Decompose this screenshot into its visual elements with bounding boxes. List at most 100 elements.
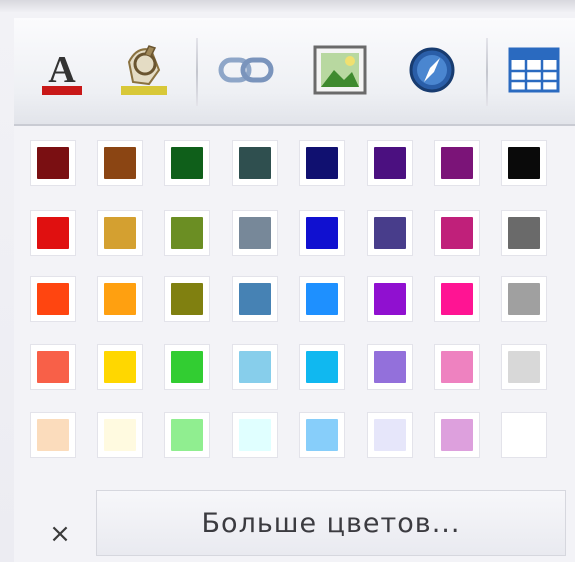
swatch-fill <box>441 147 473 179</box>
color-swatch[interactable] <box>501 276 547 322</box>
color-picker-popup: A × Больше цветов... <box>0 0 575 562</box>
color-swatch[interactable] <box>501 412 547 458</box>
swatch-fill <box>171 419 203 451</box>
color-swatch[interactable] <box>367 210 413 256</box>
swatch-fill <box>441 351 473 383</box>
color-swatch[interactable] <box>232 344 278 390</box>
color-swatch[interactable] <box>30 412 76 458</box>
swatch-fill <box>171 217 203 249</box>
swatch-fill <box>239 147 271 179</box>
swatch-fill <box>239 283 271 315</box>
swatch-fill <box>37 283 69 315</box>
color-swatch[interactable] <box>232 140 278 186</box>
swatch-fill <box>37 419 69 451</box>
swatch-fill <box>441 217 473 249</box>
color-swatch[interactable] <box>434 276 480 322</box>
color-swatch[interactable] <box>97 344 143 390</box>
text-color-icon: A <box>36 42 88 102</box>
insert-image-button[interactable] <box>308 40 372 104</box>
color-swatch[interactable] <box>299 210 345 256</box>
color-swatch[interactable] <box>367 412 413 458</box>
color-swatch[interactable] <box>367 276 413 322</box>
color-swatch[interactable] <box>97 276 143 322</box>
swatch-fill <box>441 419 473 451</box>
swatch-fill <box>104 147 136 179</box>
color-swatch[interactable] <box>299 140 345 186</box>
compass-button[interactable] <box>400 40 464 104</box>
close-button[interactable]: × <box>40 514 80 554</box>
color-swatch[interactable] <box>30 140 76 186</box>
swatch-fill <box>374 147 406 179</box>
color-swatch[interactable] <box>501 210 547 256</box>
swatch-fill <box>306 419 338 451</box>
swatch-fill <box>104 351 136 383</box>
color-swatch[interactable] <box>434 210 480 256</box>
swatch-fill <box>239 217 271 249</box>
swatch-fill <box>37 147 69 179</box>
swatch-fill <box>306 283 338 315</box>
color-swatch[interactable] <box>501 140 547 186</box>
swatch-fill <box>374 217 406 249</box>
swatch-fill <box>171 351 203 383</box>
swatch-fill <box>171 147 203 179</box>
color-swatch[interactable] <box>97 412 143 458</box>
compass-icon <box>407 45 457 99</box>
color-swatch[interactable] <box>299 412 345 458</box>
color-swatch[interactable] <box>434 344 480 390</box>
swatch-fill <box>374 351 406 383</box>
more-colors-button[interactable]: Больше цветов... <box>96 490 566 556</box>
swatch-fill <box>104 283 136 315</box>
color-swatch[interactable] <box>232 412 278 458</box>
swatch-fill <box>37 217 69 249</box>
swatch-fill <box>171 283 203 315</box>
color-swatch[interactable] <box>232 210 278 256</box>
color-swatch[interactable] <box>501 344 547 390</box>
text-color-button[interactable]: A <box>30 40 94 104</box>
swatch-fill <box>508 283 540 315</box>
table-icon <box>508 47 560 97</box>
swatch-fill <box>239 419 271 451</box>
svg-text:A: A <box>48 49 76 91</box>
swatch-fill <box>239 351 271 383</box>
color-swatch[interactable] <box>367 140 413 186</box>
link-icon <box>217 50 275 94</box>
toolbar-separator <box>486 38 488 106</box>
color-swatch[interactable] <box>97 140 143 186</box>
color-swatch[interactable] <box>299 344 345 390</box>
swatch-fill <box>104 217 136 249</box>
swatch-fill <box>508 351 540 383</box>
more-colors-label: Больше цветов... <box>201 507 461 539</box>
formatting-toolbar: A <box>14 18 575 126</box>
highlight-color-icon <box>115 40 173 104</box>
color-swatch[interactable] <box>164 140 210 186</box>
close-icon: × <box>49 519 71 549</box>
color-swatch[interactable] <box>30 276 76 322</box>
color-swatch[interactable] <box>164 276 210 322</box>
swatch-fill <box>508 419 540 451</box>
swatch-fill <box>508 217 540 249</box>
highlight-color-button[interactable] <box>112 40 176 104</box>
color-swatch[interactable] <box>367 344 413 390</box>
swatch-fill <box>306 217 338 249</box>
color-swatch[interactable] <box>434 140 480 186</box>
color-swatch[interactable] <box>434 412 480 458</box>
color-swatch[interactable] <box>30 210 76 256</box>
swatch-fill <box>441 283 473 315</box>
toolbar-separator <box>196 38 198 106</box>
insert-table-button[interactable] <box>502 40 566 104</box>
swatch-fill <box>104 419 136 451</box>
swatch-fill <box>37 351 69 383</box>
color-swatch[interactable] <box>299 276 345 322</box>
swatch-fill <box>374 419 406 451</box>
color-swatch[interactable] <box>164 344 210 390</box>
color-swatch[interactable] <box>164 412 210 458</box>
swatch-fill <box>374 283 406 315</box>
color-swatch[interactable] <box>97 210 143 256</box>
color-swatch[interactable] <box>232 276 278 322</box>
color-swatch[interactable] <box>30 344 76 390</box>
swatch-fill <box>306 147 338 179</box>
color-swatch[interactable] <box>164 210 210 256</box>
swatch-fill <box>508 147 540 179</box>
link-button[interactable] <box>214 40 278 104</box>
image-icon <box>312 44 368 100</box>
